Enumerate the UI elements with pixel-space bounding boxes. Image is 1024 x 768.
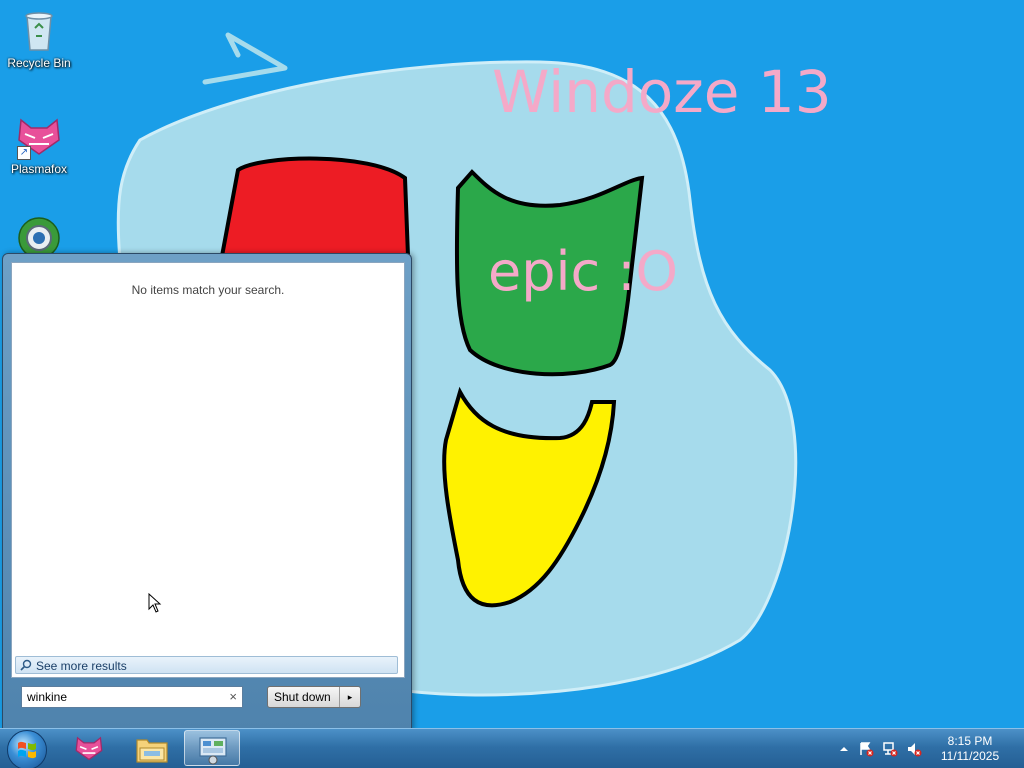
search-input-value: winkine bbox=[27, 690, 68, 704]
wallpaper-red-pane bbox=[219, 156, 411, 258]
start-menu: No items match your search. See more res… bbox=[2, 253, 412, 731]
shutdown-options-arrow-icon[interactable]: ▸ bbox=[339, 687, 360, 707]
shortcut-arrow-icon: ↗ bbox=[17, 146, 31, 160]
control-panel-icon bbox=[199, 737, 227, 765]
desktop-icon-label: Plasmafox bbox=[10, 162, 68, 176]
action-center-error-icon[interactable] bbox=[858, 741, 874, 757]
desktop-icon-recycle-bin[interactable]: Recycle Bin bbox=[4, 6, 74, 70]
plasmafox-icon: ↗ bbox=[15, 112, 63, 160]
wallpaper-caption: epic :O bbox=[488, 240, 678, 303]
search-icon bbox=[20, 659, 32, 671]
clock-date: 11/11/2025 bbox=[940, 749, 1000, 763]
taskbar: 8:15 PM 11/11/2025 bbox=[0, 728, 1024, 768]
taskbar-clock[interactable]: 8:15 PM 11/11/2025 bbox=[936, 734, 1004, 764]
mouse-cursor-icon bbox=[148, 593, 162, 613]
shutdown-button[interactable]: Shut down ▸ bbox=[267, 686, 361, 708]
clock-time: 8:15 PM bbox=[947, 734, 993, 748]
taskbar-file-explorer-button[interactable] bbox=[123, 730, 179, 766]
desktop-icon-plasmafox[interactable]: ↗ Plasmafox bbox=[4, 112, 74, 176]
no-results-message: No items match your search. bbox=[131, 283, 285, 297]
shutdown-label: Shut down bbox=[274, 690, 331, 704]
show-hidden-icons-arrow[interactable] bbox=[836, 741, 852, 757]
system-tray: 8:15 PM 11/11/2025 bbox=[834, 729, 1024, 768]
start-search-input[interactable]: winkine × bbox=[21, 686, 243, 708]
search-results-pane: No items match your search. See more res… bbox=[11, 262, 405, 678]
taskbar-plasmafox-button[interactable] bbox=[61, 730, 117, 766]
plasmafox-icon bbox=[75, 736, 103, 761]
volume-muted-icon[interactable] bbox=[906, 741, 922, 757]
recycle-bin-icon bbox=[15, 6, 63, 54]
taskbar-control-panel-button[interactable] bbox=[184, 730, 240, 766]
wallpaper-arrow bbox=[202, 32, 288, 85]
wallpaper-title: Windoze 13 bbox=[492, 58, 832, 126]
see-more-results-button[interactable]: See more results bbox=[15, 656, 398, 674]
desktop-icon-label: Recycle Bin bbox=[7, 56, 71, 70]
see-more-results-label: See more results bbox=[36, 659, 127, 673]
windows-logo-icon bbox=[18, 741, 36, 759]
network-error-icon[interactable] bbox=[882, 741, 898, 757]
folder-icon bbox=[136, 739, 168, 763]
start-button[interactable] bbox=[7, 730, 47, 768]
clear-search-icon[interactable]: × bbox=[229, 687, 237, 707]
